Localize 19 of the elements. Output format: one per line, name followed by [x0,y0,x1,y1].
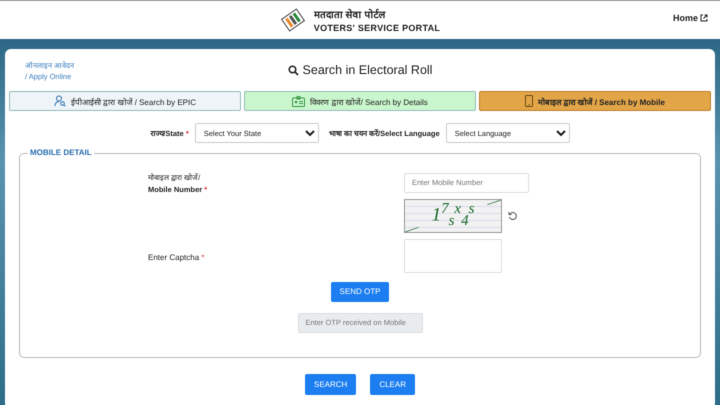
captcha-field[interactable] [404,238,502,272]
search-icon [288,64,299,76]
refresh-icon[interactable] [508,210,518,220]
id-card-icon [292,96,306,106]
fieldset-legend: MOBILE DETAIL [28,148,94,157]
search-tab[interactable]: ईपीआईसी द्वारा खोजें / Search by EPIC [9,91,241,111]
home-link[interactable]: Home [672,13,708,23]
user-search-icon [54,95,66,107]
portal-title-hindi: मतदाता सेवा पोर्टल [314,8,387,21]
mobile-phone-icon [525,95,534,107]
external-link-icon [700,14,708,22]
form-button[interactable]: SEARCH [304,374,356,395]
form-button[interactable]: CLEAR [370,374,416,395]
send-otp-button[interactable]: SEND OTP [330,282,390,302]
captcha-label: Enter Captcha * [148,253,206,262]
page-title: Search in Electoral Roll [302,63,432,77]
portal-title: VOTERS' SERVICE PORTAL [314,23,440,33]
search-tab[interactable]: मोबाइल द्वारा खोजें / Search by Mobile [479,91,711,111]
search-tab[interactable]: विवरण द्वारा खोजें/ Search by Details [244,91,476,111]
